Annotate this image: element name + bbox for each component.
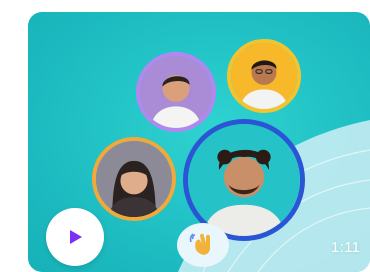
play-icon [70,230,82,244]
waving-hand-icon [189,233,210,255]
video-thumbnail-card[interactable]: 1:11 [28,12,370,272]
video-duration: 1:11 [331,239,361,256]
participant-avatar-2 [227,39,301,113]
participant-avatar-3 [92,137,176,221]
participant-avatar-1 [136,52,216,132]
reaction-bubble [177,223,229,267]
play-button[interactable] [46,208,104,266]
